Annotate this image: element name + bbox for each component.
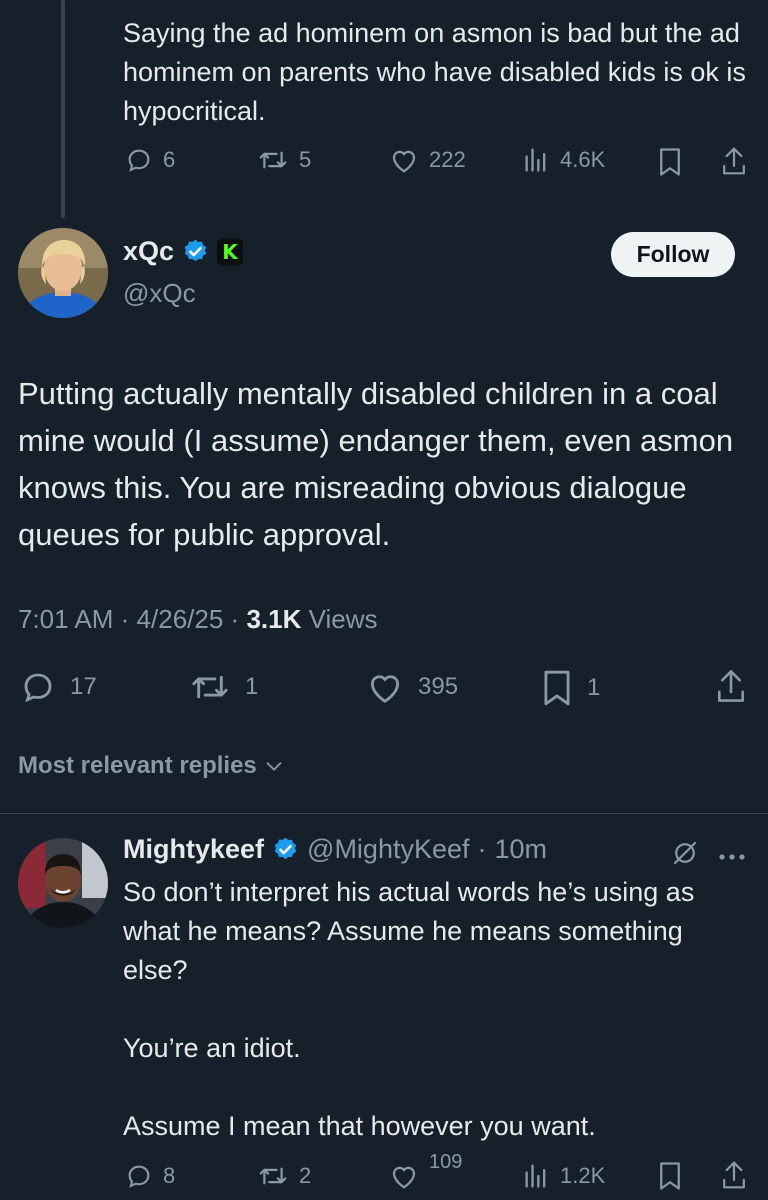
reply-separator: ·	[477, 834, 487, 864]
author-handle[interactable]: @xQc	[123, 278, 196, 309]
follow-button[interactable]: Follow	[611, 232, 735, 277]
repost-icon	[189, 669, 231, 705]
more-icon	[718, 853, 746, 861]
xqc-avatar[interactable]	[18, 228, 108, 318]
views-count[interactable]: 3.1K	[246, 604, 301, 634]
reply-like-button[interactable]: 109	[389, 1151, 462, 1190]
meta-separator: ·	[120, 604, 130, 634]
bookmark-icon	[541, 669, 573, 707]
views-label: Views	[308, 604, 378, 634]
mightykeef-avatar[interactable]	[18, 838, 108, 928]
post-date[interactable]: 4/26/25	[137, 604, 224, 634]
chevron-down-icon	[263, 755, 285, 777]
more-button[interactable]	[718, 848, 746, 866]
main-post-text: Putting actually mentally disabled child…	[18, 376, 734, 552]
meta-separator: ·	[230, 604, 240, 634]
reply-paragraph: So don’t interpret his actual words he’s…	[123, 877, 695, 985]
repost-icon	[257, 146, 289, 174]
divider	[0, 813, 768, 814]
reply-repost-count: 2	[299, 1163, 312, 1188]
like-icon	[389, 1162, 419, 1190]
views-icon	[522, 1162, 550, 1190]
top-like-count: 222	[429, 147, 466, 172]
bookmark-icon	[657, 1161, 683, 1191]
top-repost-count: 5	[299, 147, 312, 172]
top-like-button[interactable]: 222	[389, 146, 466, 174]
reply-icon	[125, 146, 153, 174]
like-icon	[366, 669, 404, 705]
top-reply-count: 6	[163, 147, 176, 172]
reply-count: 17	[70, 673, 97, 700]
thread-line	[61, 0, 65, 218]
author-display-name[interactable]: xQc	[123, 236, 174, 267]
replies-sort-dropdown[interactable]: Most relevant replies	[18, 752, 285, 780]
like-button[interactable]: 395	[366, 669, 458, 705]
reply-display-name[interactable]: Mightykeef	[123, 834, 264, 865]
top-repost-button[interactable]: 5	[257, 146, 311, 174]
reply-views-count: 1.2K	[560, 1163, 606, 1188]
top-share-button[interactable]	[720, 145, 748, 177]
reply-text: So don’t interpret his actual words he’s…	[123, 873, 753, 1146]
reply-reply-button[interactable]: 8	[125, 1162, 175, 1190]
reply-handle[interactable]: @MightyKeef	[307, 834, 469, 865]
grok-button[interactable]	[670, 838, 700, 868]
top-bookmark-button[interactable]	[657, 147, 683, 177]
reply-header: Mightykeef @MightyKeef · 10m	[123, 834, 547, 865]
repost-count: 1	[245, 673, 259, 700]
like-count: 395	[418, 673, 459, 700]
reply-views-button[interactable]: 1.2K	[522, 1162, 605, 1190]
share-button[interactable]	[714, 667, 748, 705]
reply-button[interactable]: 17	[20, 669, 97, 705]
reply-paragraph: You’re an idiot.	[123, 1033, 301, 1063]
repost-icon	[257, 1162, 289, 1190]
reply-icon	[20, 669, 56, 705]
main-post-author[interactable]: xQc K	[123, 236, 244, 267]
share-icon	[720, 145, 748, 177]
reply-paragraph: Assume I mean that however you want.	[123, 1111, 596, 1141]
repost-button[interactable]: 1	[189, 669, 258, 705]
top-reply-text: Saying the ad hominem on asmon is bad bu…	[123, 18, 746, 126]
post-meta: 7:01 AM · 4/26/25 · 3.1K Views	[18, 604, 377, 635]
top-reply-button[interactable]: 6	[125, 146, 175, 174]
grok-icon	[670, 838, 700, 868]
like-icon	[389, 146, 419, 174]
verified-icon	[272, 836, 299, 863]
top-views-count: 4.6K	[560, 147, 606, 172]
replies-sort-label: Most relevant replies	[18, 752, 257, 779]
bookmark-icon	[657, 147, 683, 177]
kick-badge-letter: K	[222, 239, 238, 264]
share-icon	[714, 667, 748, 705]
bookmark-count: 1	[587, 674, 601, 701]
kick-icon: K	[217, 238, 244, 265]
reply-share-button[interactable]	[720, 1159, 748, 1191]
top-views-button[interactable]: 4.6K	[522, 146, 605, 174]
verified-icon	[182, 238, 209, 265]
reply-reply-count: 8	[163, 1163, 176, 1188]
reply-like-count: 109	[429, 1150, 463, 1173]
views-icon	[522, 146, 550, 174]
post-time[interactable]: 7:01 AM	[18, 604, 113, 634]
share-icon	[720, 1159, 748, 1191]
reply-bookmark-button[interactable]	[657, 1161, 683, 1191]
bookmark-button[interactable]: 1	[541, 669, 600, 707]
reply-repost-button[interactable]: 2	[257, 1162, 311, 1190]
reply-time[interactable]: 10m	[495, 834, 548, 865]
reply-icon	[125, 1162, 153, 1190]
